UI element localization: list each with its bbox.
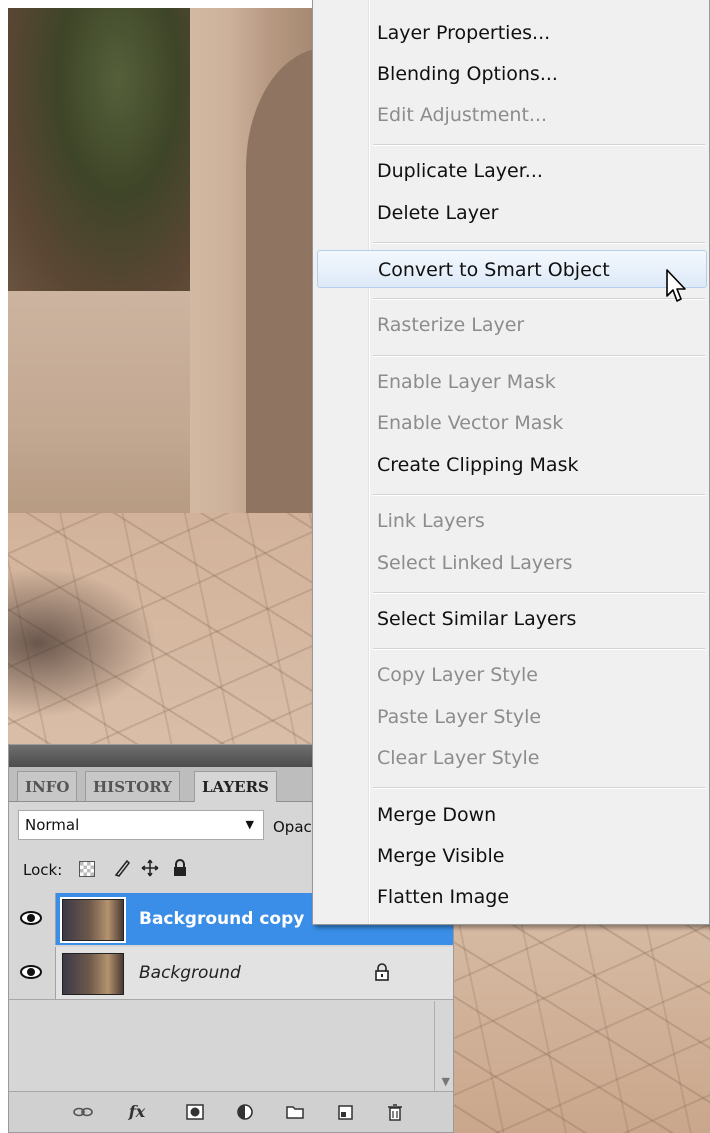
photo-shadow bbox=[8, 568, 158, 718]
visibility-toggle[interactable] bbox=[9, 893, 56, 945]
menu-item-enable-layer-mask: Enable Layer Mask bbox=[377, 371, 556, 393]
menu-separator bbox=[373, 355, 705, 357]
menu-separator bbox=[373, 242, 705, 244]
menu-item-paste-layer-style: Paste Layer Style bbox=[377, 706, 542, 728]
lock-all-icon[interactable] bbox=[171, 858, 189, 878]
lock-position-icon[interactable] bbox=[141, 858, 159, 878]
link-icon[interactable] bbox=[73, 1102, 93, 1122]
menu-item-edit-adjustment: Edit Adjustment... bbox=[377, 104, 548, 126]
lock-image-pixels-icon[interactable] bbox=[113, 858, 131, 878]
layer-thumbnail[interactable] bbox=[60, 897, 126, 943]
layer-name[interactable]: Background copy bbox=[139, 909, 304, 929]
tab-history[interactable]: HISTORY bbox=[85, 771, 180, 801]
blend-mode-select[interactable]: Normal ▼ bbox=[18, 810, 264, 840]
layer-row-background[interactable]: Background bbox=[9, 947, 453, 1000]
menu-separator bbox=[373, 494, 705, 496]
menu-separator bbox=[373, 592, 705, 594]
menu-separator bbox=[373, 144, 705, 146]
menu-item-clear-layer-style: Clear Layer Style bbox=[377, 747, 540, 769]
layer-context-menu: Layer Properties... Blending Options... … bbox=[312, 0, 710, 925]
menu-separator bbox=[373, 787, 705, 789]
dropdown-arrow-icon: ▼ bbox=[245, 818, 254, 831]
tab-info[interactable]: INFO bbox=[17, 771, 78, 801]
eye-icon bbox=[20, 911, 42, 925]
photo-wall bbox=[8, 291, 220, 536]
layer-name[interactable]: Background bbox=[139, 963, 241, 983]
lock-transparent-pixels-icon[interactable] bbox=[79, 861, 95, 877]
menu-item-rasterize-layer: Rasterize Layer bbox=[377, 314, 525, 336]
visibility-toggle[interactable] bbox=[9, 947, 56, 999]
opacity-label: Opac bbox=[273, 818, 312, 836]
menu-item-delete-layer[interactable]: Delete Layer bbox=[313, 194, 709, 232]
menu-item-blending-options[interactable]: Blending Options... bbox=[313, 55, 709, 93]
trash-icon[interactable] bbox=[385, 1102, 405, 1122]
menu-item-link-layers: Link Layers bbox=[377, 510, 485, 532]
folder-icon[interactable] bbox=[285, 1102, 305, 1122]
menu-item-convert-to-smart-object[interactable]: Convert to Smart Object bbox=[317, 250, 707, 288]
panel-bottom-toolbar: fx bbox=[9, 1091, 453, 1132]
scroll-down-icon[interactable]: ▼ bbox=[442, 1075, 450, 1088]
tab-layers[interactable]: LAYERS bbox=[194, 771, 277, 802]
menu-item-layer-properties[interactable]: Layer Properties... bbox=[313, 14, 709, 52]
new-layer-icon[interactable] bbox=[335, 1102, 355, 1122]
eye-icon bbox=[20, 965, 42, 979]
menu-item-create-clipping-mask[interactable]: Create Clipping Mask bbox=[313, 446, 709, 484]
menu-item-flatten-image[interactable]: Flatten Image bbox=[313, 878, 709, 916]
menu-item-select-linked-layers: Select Linked Layers bbox=[377, 552, 573, 574]
mouse-pointer-icon bbox=[666, 269, 686, 302]
menu-item-select-similar-layers[interactable]: Select Similar Layers bbox=[313, 600, 709, 638]
lock-icon bbox=[375, 963, 389, 981]
mask-icon[interactable] bbox=[185, 1102, 205, 1122]
menu-separator bbox=[373, 298, 705, 300]
menu-item-duplicate-layer[interactable]: Duplicate Layer... bbox=[313, 152, 709, 190]
lock-label: Lock: bbox=[23, 861, 63, 879]
blend-mode-value: Normal bbox=[25, 816, 80, 834]
layer-thumbnail[interactable] bbox=[62, 953, 124, 995]
menu-item-copy-layer-style: Copy Layer Style bbox=[377, 664, 538, 686]
photo-trees bbox=[8, 8, 208, 293]
menu-item-enable-vector-mask: Enable Vector Mask bbox=[377, 412, 564, 434]
menu-item-merge-visible[interactable]: Merge Visible bbox=[313, 837, 709, 875]
menu-separator bbox=[373, 648, 705, 650]
adjustment-icon[interactable] bbox=[235, 1102, 255, 1122]
menu-item-merge-down[interactable]: Merge Down bbox=[313, 796, 709, 834]
fx-icon[interactable]: fx bbox=[127, 1102, 147, 1122]
